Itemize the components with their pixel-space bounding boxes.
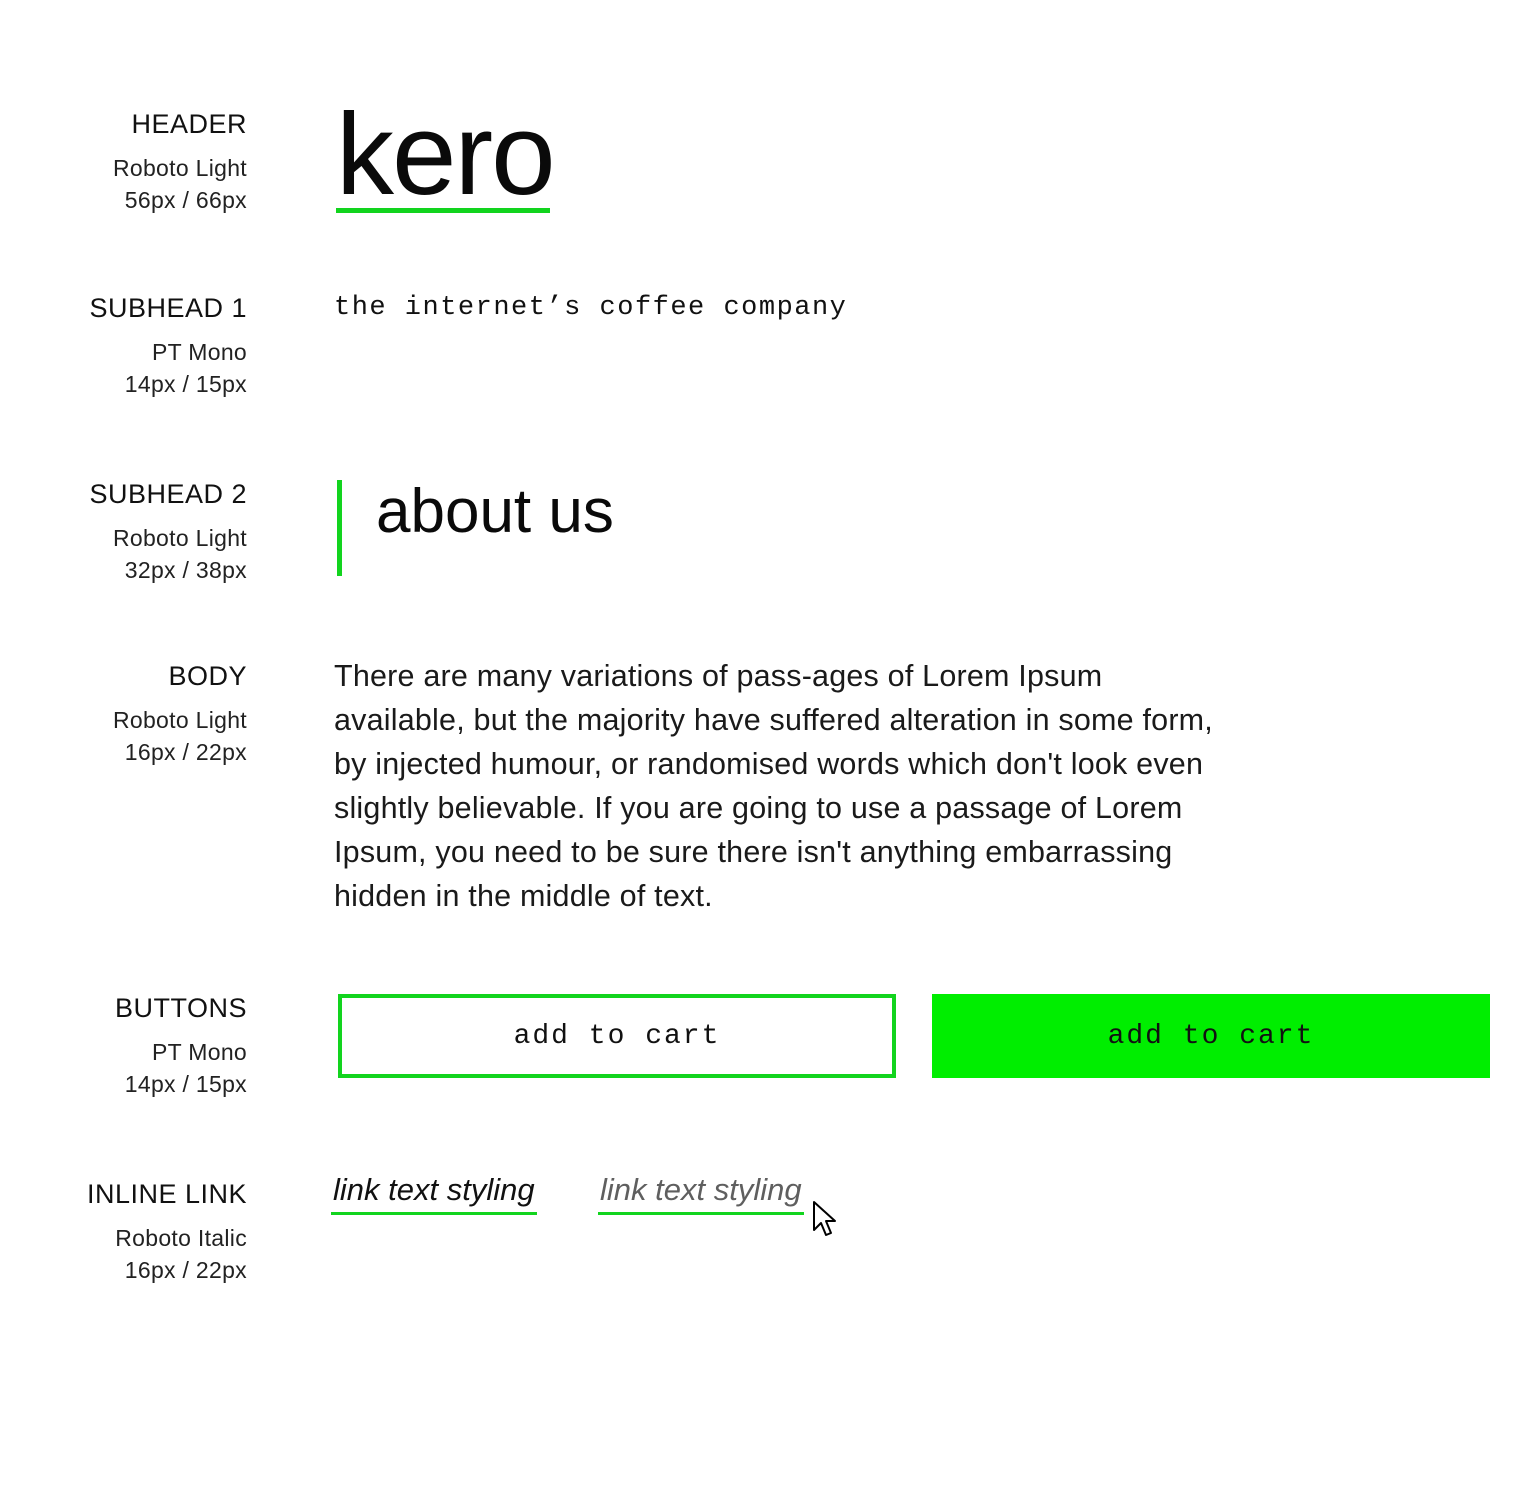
spec-name: BUTTONS bbox=[114, 993, 247, 1023]
spec-size: 32px / 38px bbox=[124, 557, 247, 583]
spec-font: Roboto Italic bbox=[115, 1225, 247, 1251]
spec-font: Roboto Light bbox=[112, 525, 247, 551]
section-accent-bar bbox=[337, 480, 342, 576]
spec-font: PT Mono bbox=[152, 1039, 247, 1065]
spec-subhead-1: SUBHEAD 1 PT Mono 14px / 15px bbox=[0, 292, 247, 400]
spec-subhead-2: SUBHEAD 2 Roboto Light 32px / 38px bbox=[0, 478, 247, 586]
spec-name: SUBHEAD 1 bbox=[89, 293, 247, 323]
spec-name: HEADER bbox=[131, 109, 247, 139]
tagline: the internet’s coffee company bbox=[334, 293, 848, 323]
spec-size: 14px / 15px bbox=[124, 1071, 247, 1097]
spec-inline-link: INLINE LINK Roboto Italic 16px / 22px bbox=[0, 1178, 247, 1286]
spec-body: BODY Roboto Light 16px / 22px bbox=[0, 660, 247, 768]
spec-font: Roboto Light bbox=[112, 707, 247, 733]
spec-size: 56px / 66px bbox=[124, 187, 247, 213]
spec-name: SUBHEAD 2 bbox=[89, 479, 247, 509]
spec-font: Roboto Light bbox=[112, 155, 247, 181]
spec-size: 14px / 15px bbox=[124, 371, 247, 397]
spec-size: 16px / 22px bbox=[124, 739, 247, 765]
logo-underline bbox=[336, 208, 550, 213]
inline-link-hover[interactable]: link text styling bbox=[598, 1170, 804, 1215]
spec-name: INLINE LINK bbox=[86, 1179, 247, 1209]
arrow-pointer-icon bbox=[813, 1201, 836, 1236]
section-heading: about us bbox=[376, 477, 614, 546]
header-sample: kero bbox=[336, 89, 556, 219]
add-to-cart-button-outline[interactable]: add to cart bbox=[338, 994, 896, 1078]
spec-size: 16px / 22px bbox=[124, 1257, 247, 1283]
body-paragraph: There are many variations of pass-ages o… bbox=[334, 659, 1213, 913]
spec-header: HEADER Roboto Light 56px / 66px bbox=[0, 108, 247, 216]
spec-font: PT Mono bbox=[152, 339, 247, 365]
spec-name: BODY bbox=[168, 661, 247, 691]
inline-link-default[interactable]: link text styling bbox=[331, 1170, 537, 1215]
logo-text: kero bbox=[336, 89, 556, 219]
spec-buttons: BUTTONS PT Mono 14px / 15px bbox=[0, 992, 247, 1100]
add-to-cart-button-filled[interactable]: add to cart bbox=[932, 994, 1490, 1078]
